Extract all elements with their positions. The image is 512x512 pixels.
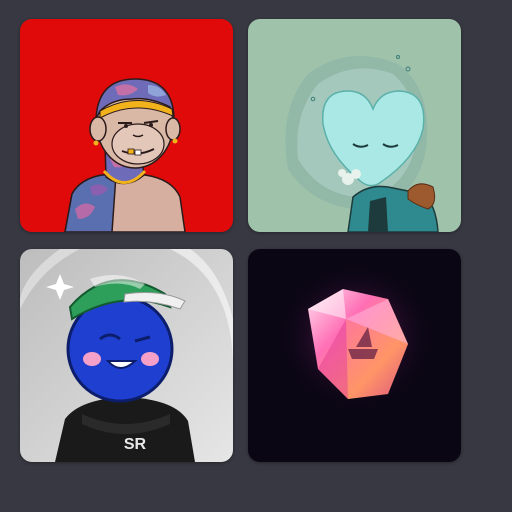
- crystal-gem-image: [248, 249, 461, 462]
- nft-gallery-grid: SR: [20, 19, 461, 462]
- ape-avatar-image: [20, 19, 233, 232]
- nft-tile-crystal-gem[interactable]: [248, 249, 461, 462]
- blueberry-avatar-image: SR: [20, 249, 233, 462]
- shirt-text: SR: [124, 436, 147, 453]
- ice-heart-avatar-image: [248, 19, 461, 232]
- nft-tile-ice-heart[interactable]: [248, 19, 461, 232]
- nft-tile-ape[interactable]: [20, 19, 233, 232]
- nft-tile-blueberry[interactable]: SR: [20, 249, 233, 462]
